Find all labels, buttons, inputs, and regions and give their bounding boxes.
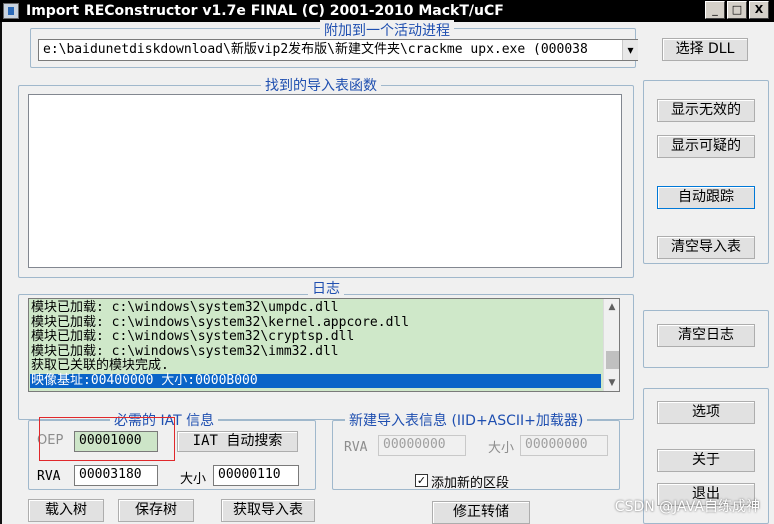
log-line: 模块已加载: c:\windows\system32\umpdc.dll bbox=[31, 300, 339, 315]
size-field[interactable]: 00000110 bbox=[213, 465, 299, 486]
about-button[interactable]: 关于 bbox=[657, 449, 755, 472]
log-line: 获取已关联的模块完成. bbox=[31, 358, 169, 373]
log-legend: 日志 bbox=[308, 278, 344, 298]
new-rva-field[interactable]: 00000000 bbox=[378, 435, 466, 456]
log-list[interactable]: 模块已加载: c:\windows\system32\umpdc.dll 模块已… bbox=[28, 298, 620, 392]
auto-trace-button[interactable]: 自动跟踪 bbox=[657, 186, 755, 209]
fix-dump-button[interactable]: 修正转储 bbox=[432, 501, 530, 524]
title-bar[interactable]: Import REConstructor v1.7e FINAL (C) 200… bbox=[0, 0, 774, 22]
log-line: 模块已加载: c:\windows\system32\kernel.appcor… bbox=[31, 314, 410, 330]
process-select[interactable]: e:\baidunetdiskdownload\新版vip2发布版\新建文件夹\… bbox=[38, 39, 638, 61]
new-size-field[interactable]: 00000000 bbox=[520, 435, 608, 456]
new-rva-label: RVA bbox=[344, 440, 368, 455]
watermark: CSDN @JAVA自练成神 bbox=[614, 499, 760, 515]
imports-tree[interactable] bbox=[28, 94, 622, 268]
process-select-value: e:\baidunetdiskdownload\新版vip2发布版\新建文件夹\… bbox=[43, 42, 588, 57]
main-window: 附加到一个活动进程 e:\baidunetdiskdownload\新版vip2… bbox=[0, 20, 774, 524]
imports-legend: 找到的导入表函数 bbox=[261, 75, 381, 95]
log-scrollbar[interactable]: ▲ ▼ bbox=[603, 299, 619, 391]
new-size-label: 大小 bbox=[488, 441, 515, 456]
options-button[interactable]: 选项 bbox=[657, 401, 755, 424]
chevron-down-icon[interactable]: ▾ bbox=[622, 40, 638, 60]
log-line: 模块已加载: c:\windows\system32\cryptsp.dll bbox=[31, 329, 355, 344]
clear-imports-button[interactable]: 清空导入表 bbox=[657, 236, 755, 259]
show-suspect-button[interactable]: 显示可疑的 bbox=[657, 135, 755, 158]
save-tree-button[interactable]: 保存树 bbox=[118, 499, 194, 522]
attach-process-legend: 附加到一个活动进程 bbox=[320, 20, 454, 40]
iat-autosearch-button[interactable]: IAT 自动搜索 bbox=[177, 431, 298, 452]
clear-log-button[interactable]: 清空日志 bbox=[657, 324, 755, 347]
window-title: Import REConstructor v1.7e FINAL (C) 200… bbox=[26, 3, 504, 19]
select-dll-button[interactable]: 选择 DLL bbox=[662, 38, 748, 61]
show-invalid-button[interactable]: 显示无效的 bbox=[657, 99, 755, 122]
add-section-checkbox[interactable]: ✓ bbox=[415, 474, 428, 487]
rva-label: RVA bbox=[37, 469, 61, 484]
minimize-button[interactable]: _ bbox=[705, 1, 725, 19]
scroll-thumb[interactable] bbox=[606, 351, 619, 369]
maximize-button[interactable]: □ bbox=[727, 1, 747, 19]
app-icon bbox=[3, 3, 19, 19]
get-imports-button[interactable]: 获取导入表 bbox=[221, 499, 315, 522]
scroll-up-icon[interactable]: ▲ bbox=[604, 299, 619, 315]
new-import-legend: 新建导入表信息 (IID+ASCII+加载器) bbox=[345, 410, 588, 430]
highlight-box bbox=[39, 417, 175, 461]
close-button[interactable]: X bbox=[749, 1, 769, 19]
scroll-down-icon[interactable]: ▼ bbox=[604, 375, 619, 391]
rva-field[interactable]: 00003180 bbox=[74, 465, 158, 486]
size-label: 大小 bbox=[180, 472, 207, 487]
log-line-selected: 映像基址:00400000 大小:0000B000 bbox=[30, 373, 601, 388]
load-tree-button[interactable]: 载入树 bbox=[28, 499, 104, 522]
log-line: 模块已加载: c:\windows\system32\imm32.dll bbox=[31, 343, 339, 359]
add-section-label: 添加新的区段 bbox=[431, 476, 510, 491]
